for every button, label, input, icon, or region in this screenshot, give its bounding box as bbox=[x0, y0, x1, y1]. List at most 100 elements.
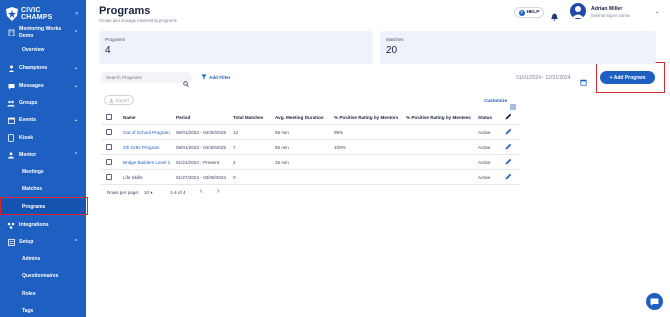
building-icon bbox=[7, 29, 15, 37]
program-name-link[interactable]: Life Skills bbox=[123, 175, 142, 180]
sidebar-item-label: Integrations bbox=[19, 222, 49, 228]
page-title: Programs bbox=[99, 5, 151, 17]
sidebar-item-setup[interactable]: Setup ⌃ bbox=[0, 238, 86, 246]
sidebar-item-tags[interactable]: Tags bbox=[22, 308, 33, 314]
help-icon: ? bbox=[518, 9, 525, 16]
chat-support-button[interactable] bbox=[646, 293, 663, 310]
duration-cell: 65 min bbox=[275, 145, 289, 150]
status-cell: Active bbox=[478, 130, 491, 135]
sidebar-item-label: Mentoring Works Demo bbox=[19, 26, 62, 39]
column-header-mentee-rating[interactable]: % Positive Rating by Mentees bbox=[406, 115, 471, 120]
sidebar-item-roles[interactable]: Roles bbox=[22, 291, 36, 297]
setup-icon bbox=[7, 238, 15, 246]
row-checkbox[interactable] bbox=[106, 159, 112, 165]
page-subtitle: Create and manage mentorship programs bbox=[99, 18, 177, 23]
export-button[interactable]: Export bbox=[104, 95, 134, 105]
sidebar-item-org[interactable]: Mentoring Works Demo ⌃ bbox=[0, 26, 86, 39]
row-checkbox[interactable] bbox=[106, 174, 112, 180]
period-cell: 06/01/2023 - 04/30/2025 bbox=[176, 145, 227, 150]
row-checkbox[interactable] bbox=[106, 129, 112, 135]
bell-icon[interactable] bbox=[551, 8, 558, 26]
add-filter-label: Add Filter bbox=[209, 74, 231, 80]
programs-highlight-box bbox=[0, 197, 88, 215]
help-label: HELP bbox=[526, 10, 540, 15]
chat-icon bbox=[650, 298, 659, 306]
sidebar-item-overview[interactable]: Overview bbox=[22, 47, 44, 53]
column-header-status[interactable]: Status bbox=[478, 115, 492, 120]
status-cell: Active bbox=[478, 175, 491, 180]
sidebar-item-label: Setup bbox=[19, 239, 34, 245]
column-header-total-matches[interactable]: Total Matches bbox=[233, 115, 263, 120]
row-checkbox[interactable] bbox=[106, 144, 112, 150]
search-icon[interactable] bbox=[183, 74, 189, 92]
collapse-sidebar-icon[interactable]: « bbox=[75, 11, 78, 17]
help-button[interactable]: ? HELP bbox=[514, 7, 544, 18]
sidebar-item-integrations[interactable]: Integrations bbox=[0, 221, 86, 229]
edit-icon[interactable] bbox=[505, 173, 512, 181]
add-filter-button[interactable]: Add Filter bbox=[201, 74, 230, 80]
sidebar-item-label: Groups bbox=[19, 100, 38, 106]
table-row[interactable]: 4th Gr8s Program 06/01/2023 - 04/30/2025… bbox=[101, 140, 519, 155]
add-program-button[interactable]: + Add Program bbox=[600, 71, 655, 84]
select-all-checkbox[interactable] bbox=[106, 114, 112, 120]
mentor-rating-cell: 95% bbox=[334, 130, 344, 135]
edit-columns-icon[interactable] bbox=[505, 113, 512, 121]
chevron-down-icon: ⌄ bbox=[73, 83, 78, 89]
sidebar-item-groups[interactable]: Groups bbox=[0, 99, 86, 107]
group-icon bbox=[7, 99, 15, 107]
user-name[interactable]: Adrian Miller bbox=[591, 6, 622, 12]
calendar-icon[interactable] bbox=[580, 73, 587, 91]
person-icon bbox=[7, 64, 15, 72]
table-row[interactable]: Out of School Program 06/01/2023 - 04/30… bbox=[101, 125, 519, 140]
stat-value: 4 bbox=[105, 45, 111, 56]
page-range: 1-4 of 4 bbox=[170, 190, 186, 195]
program-name-link[interactable]: 4th Gr8s Program bbox=[123, 145, 160, 150]
stat-card-programs: Programs 4 bbox=[99, 31, 373, 64]
next-page-button[interactable]: › bbox=[217, 188, 219, 195]
sidebar-item-champions[interactable]: Champions ⌄ bbox=[0, 64, 86, 72]
sidebar-item-label: Mentor bbox=[19, 152, 37, 158]
rows-per-page-select[interactable]: 10 ▾ bbox=[144, 190, 153, 196]
customize-button[interactable]: Customize bbox=[484, 98, 507, 103]
period-cell: 01/27/2024 - 03/09/2024 bbox=[176, 175, 227, 180]
program-name-link[interactable]: Out of School Program bbox=[123, 130, 170, 135]
avatar[interactable] bbox=[570, 3, 586, 19]
duration-cell: 56 min bbox=[275, 130, 289, 135]
sidebar-item-mentor[interactable]: Mentor ⌃ bbox=[0, 151, 86, 159]
program-name-link[interactable]: Bridge Builders Level 1 bbox=[123, 160, 170, 165]
table-row[interactable]: Bridge Builders Level 1 01/21/2024 - Pre… bbox=[101, 155, 519, 170]
table-row[interactable]: Life Skills 01/27/2024 - 03/09/2024 0 Ac… bbox=[101, 170, 519, 185]
sidebar-item-events[interactable]: Events ⌄ bbox=[0, 116, 86, 124]
search-input[interactable] bbox=[100, 72, 192, 83]
column-header-mentor-rating[interactable]: % Positive Rating by Mentors bbox=[334, 115, 398, 120]
chevron-up-icon: ⌃ bbox=[73, 239, 78, 245]
edit-icon[interactable] bbox=[505, 128, 512, 136]
sidebar-item-matches[interactable]: Matches bbox=[22, 186, 42, 192]
matches-cell: 2 bbox=[233, 160, 236, 165]
mentor-icon bbox=[7, 151, 15, 159]
brand-logo[interactable]: CIVIC CHAMPS bbox=[6, 7, 53, 21]
sidebar-item-kiosk[interactable]: Kiosk bbox=[0, 134, 86, 142]
edit-icon[interactable] bbox=[505, 158, 512, 166]
prev-page-button[interactable]: ‹ bbox=[200, 188, 202, 195]
column-header-duration[interactable]: Avg. Meeting Duration bbox=[275, 115, 324, 120]
sidebar-item-admins[interactable]: Admins bbox=[22, 256, 40, 262]
column-header-name[interactable]: Name bbox=[123, 115, 136, 120]
stat-label: Programs bbox=[105, 37, 125, 42]
status-cell: Active bbox=[478, 160, 491, 165]
chat-icon bbox=[7, 82, 15, 90]
column-header-period[interactable]: Period bbox=[176, 115, 190, 120]
sidebar-item-meetings[interactable]: Meetings bbox=[22, 169, 44, 175]
edit-icon[interactable] bbox=[505, 143, 512, 151]
download-icon bbox=[109, 97, 114, 103]
filter-icon bbox=[201, 74, 207, 80]
sidebar-item-questionnaires[interactable]: Questionnaires bbox=[22, 273, 58, 279]
date-range[interactable]: 01/01/2024 - 12/31/2024 bbox=[516, 75, 571, 81]
chevron-down-icon: ⌄ bbox=[73, 65, 78, 71]
stat-value: 20 bbox=[386, 45, 398, 56]
sidebar-item-label: Events bbox=[19, 117, 37, 123]
chevron-down-icon[interactable]: ⌄ bbox=[655, 9, 659, 15]
matches-cell: 12 bbox=[233, 130, 239, 135]
sidebar-item-messages[interactable]: Messages ⌄ bbox=[0, 82, 86, 90]
integrations-icon bbox=[7, 221, 15, 229]
